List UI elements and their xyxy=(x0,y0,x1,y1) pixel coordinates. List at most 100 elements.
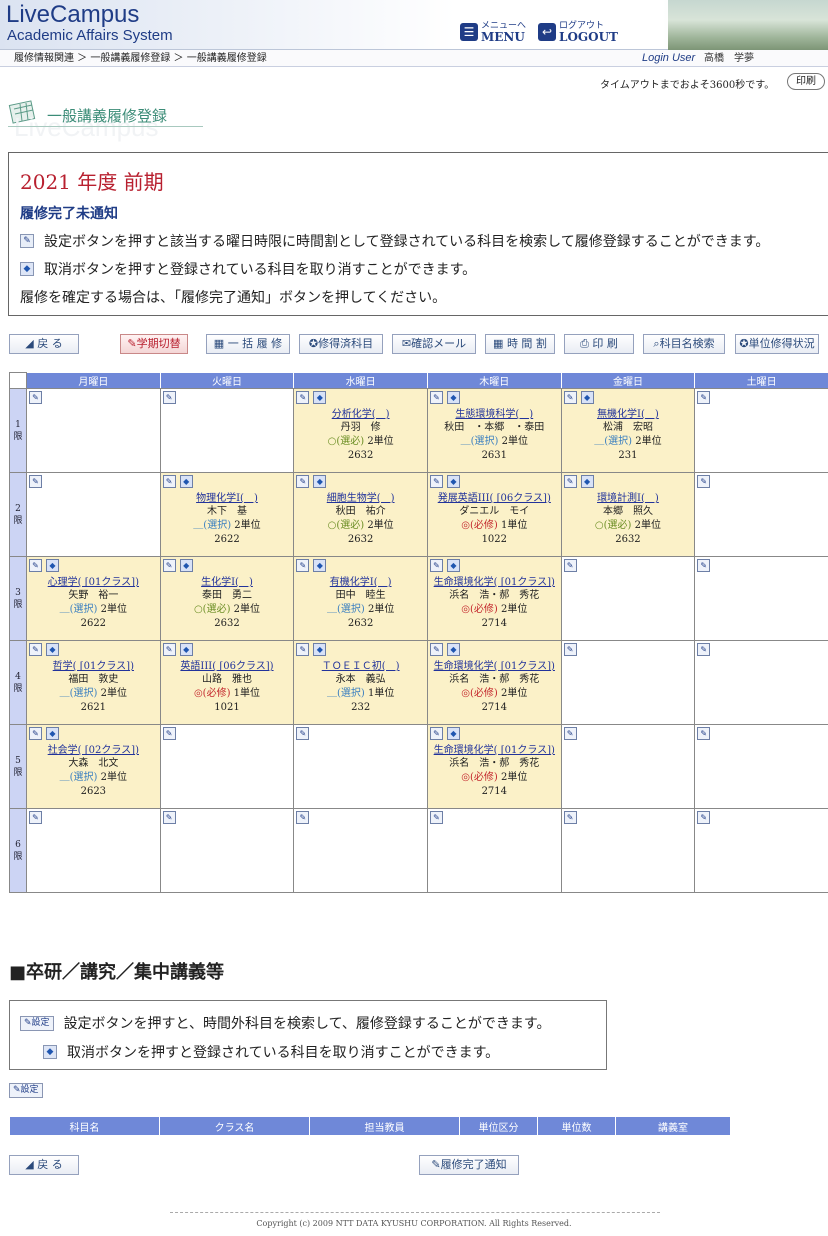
set-pencil-icon[interactable]: ✎ xyxy=(563,391,577,404)
course-teacher: 浜名 浩・郝 秀花 xyxy=(449,590,540,601)
empty-cell: ✎ xyxy=(560,640,696,725)
cancel-eraser-icon[interactable]: ◆ xyxy=(580,475,594,488)
course-name-link[interactable]: 心理学( [01クラス]) xyxy=(27,576,160,589)
cancel-eraser-icon[interactable]: ◆ xyxy=(446,475,460,488)
cancel-eraser-icon[interactable]: ◆ xyxy=(313,391,327,404)
term-switch-button[interactable]: ✎学期切替 xyxy=(120,334,188,354)
set-pencil-icon[interactable]: ✎ xyxy=(29,391,42,404)
cancel-eraser-icon[interactable]: ◆ xyxy=(446,643,460,656)
cancel-eraser-icon[interactable]: ◆ xyxy=(313,559,327,572)
cancel-eraser-icon[interactable]: ◆ xyxy=(580,391,594,404)
set-pencil-icon[interactable]: ✎ xyxy=(162,559,176,572)
course-name-link[interactable]: 英語III( [06クラス]) xyxy=(161,660,294,673)
course-cell: ✎ ◆ 生命環境化学( [01クラス]) 浜名 浩・郝 秀花 ◎(必修) 2単位 2714 xyxy=(426,640,562,725)
print-button-top[interactable]: 印刷 xyxy=(787,73,825,90)
set-pencil-icon[interactable]: ✎ xyxy=(697,475,711,488)
set-pencil-icon[interactable]: ✎ xyxy=(296,475,310,488)
course-name-link[interactable]: 有機化学I( ) xyxy=(294,576,427,589)
cancel-eraser-icon[interactable]: ◆ xyxy=(46,559,59,572)
back-button[interactable]: ◢ 戻 る xyxy=(9,334,79,354)
cell-actions: ✎ xyxy=(27,473,160,489)
set-pencil-icon[interactable]: ✎ xyxy=(697,727,711,740)
requirement-type: ○(選必) xyxy=(327,436,365,447)
cancel-eraser-icon[interactable]: ◆ xyxy=(179,559,193,572)
set-pencil-icon[interactable]: ✎ xyxy=(697,391,711,404)
cancel-eraser-icon[interactable]: ◆ xyxy=(179,475,193,488)
timetable-corner xyxy=(9,372,27,389)
logout-button[interactable]: ↩ ログアウト LOGOUT xyxy=(538,20,618,44)
cancel-eraser-icon[interactable]: ◆ xyxy=(446,559,460,572)
cancel-eraser-icon[interactable]: ◆ xyxy=(313,643,327,656)
set-button[interactable]: ✎設定 xyxy=(9,1083,43,1098)
set-pencil-icon[interactable]: ✎ xyxy=(429,643,443,656)
set-pencil-icon[interactable]: ✎ xyxy=(162,391,176,404)
course-name-link[interactable]: 細胞生物学( ) xyxy=(294,492,427,505)
set-pencil-icon[interactable]: ✎ xyxy=(29,559,42,572)
set-pencil-icon[interactable]: ✎ xyxy=(162,643,176,656)
completed-courses-button[interactable]: ✪修得済科目 xyxy=(299,334,383,354)
set-pencil-icon[interactable]: ✎ xyxy=(429,811,443,824)
logout-small-label: ログアウト xyxy=(559,20,605,31)
course-name-link[interactable]: 哲学( [01クラス]) xyxy=(27,660,160,673)
set-pencil-icon[interactable]: ✎ xyxy=(563,727,577,740)
set-pencil-icon[interactable]: ✎ xyxy=(296,559,310,572)
course-name-link[interactable]: 無機化学I( ) xyxy=(562,408,695,421)
set-pencil-icon[interactable]: ✎ xyxy=(296,643,310,656)
requirement-type: ◎(必修) xyxy=(461,688,498,699)
print-button[interactable]: ⎙ 印 刷 xyxy=(564,334,634,354)
set-pencil-icon[interactable]: ✎ xyxy=(563,643,577,656)
course-name-link[interactable]: 環境計測I( ) xyxy=(562,492,695,505)
menu-button[interactable]: ☰ メニューへ MENU xyxy=(460,20,530,44)
course-name-link[interactable]: ＴＯＥＩＣ初( ) xyxy=(294,660,427,673)
course-name-link[interactable]: 生命環境化学( [01クラス]) xyxy=(428,660,561,673)
cancel-eraser-icon[interactable]: ◆ xyxy=(446,727,460,740)
course-name-link[interactable]: 発展英語III( [06クラス]) xyxy=(428,492,561,505)
cancel-eraser-icon[interactable]: ◆ xyxy=(46,643,59,656)
requirement-type: ＿(選択) xyxy=(59,604,98,615)
bulk-register-button[interactable]: ▦ 一 括 履 修 xyxy=(206,334,290,354)
set-pencil-icon[interactable]: ✎ xyxy=(29,727,42,740)
timetable-row: 1 限 ✎ ✎ ✎ ◆ 分析化学( ) 丹羽 修 ○(選必) 2単位 2632 ✎ ◆ 生態環境科学( … xyxy=(9,388,828,473)
cancel-eraser-icon[interactable]: ◆ xyxy=(179,643,193,656)
confirm-mail-button[interactable]: ✉確認メール xyxy=(392,334,476,354)
course-name-link[interactable]: 物理化学I( ) xyxy=(161,492,294,505)
course-name-link[interactable]: 社会学( [02クラス]) xyxy=(27,744,160,757)
set-pencil-icon[interactable]: ✎ xyxy=(162,811,176,824)
grid-icon: ▦ xyxy=(213,337,228,350)
set-pencil-icon[interactable]: ✎ xyxy=(563,811,577,824)
set-pencil-icon[interactable]: ✎ xyxy=(563,559,577,572)
course-name-link[interactable]: 生命環境化学( [01クラス]) xyxy=(428,744,561,757)
set-pencil-icon[interactable]: ✎ xyxy=(29,643,42,656)
set-pencil-icon[interactable]: ✎ xyxy=(429,391,443,404)
set-pencil-icon[interactable]: ✎ xyxy=(429,475,443,488)
course-name-link[interactable]: 分析化学( ) xyxy=(294,408,427,421)
cancel-eraser-icon[interactable]: ◆ xyxy=(46,727,59,740)
set-pencil-icon[interactable]: ✎ xyxy=(697,811,711,824)
course-teacher: 秋田 ・本郷 ・泰田 xyxy=(444,422,545,433)
timetable-button[interactable]: ▦ 時 間 割 xyxy=(485,334,555,354)
set-pencil-icon[interactable]: ✎ xyxy=(29,811,42,824)
course-name-link[interactable]: 生命環境化学( [01クラス]) xyxy=(428,576,561,589)
cell-actions: ✎ xyxy=(161,725,294,741)
set-pencil-icon[interactable]: ✎ xyxy=(296,811,310,824)
back-button-bottom[interactable]: ◢ 戻 る xyxy=(9,1155,79,1175)
course-name-link[interactable]: 生態環境科学( ) xyxy=(428,408,561,421)
set-pencil-icon[interactable]: ✎ xyxy=(563,475,577,488)
set-pencil-icon[interactable]: ✎ xyxy=(29,475,42,488)
set-pencil-icon[interactable]: ✎ xyxy=(697,643,711,656)
set-pencil-icon[interactable]: ✎ xyxy=(429,727,443,740)
set-pencil-icon[interactable]: ✎ xyxy=(162,727,176,740)
complete-notify-button[interactable]: ✎履修完了通知 xyxy=(419,1155,519,1175)
set-pencil-icon[interactable]: ✎ xyxy=(162,475,176,488)
course-search-button[interactable]: ⌕科目名検索 xyxy=(643,334,725,354)
course-requirement: ＿(選択) 2単位 xyxy=(294,603,427,617)
set-pencil-icon[interactable]: ✎ xyxy=(296,391,310,404)
set-pencil-icon[interactable]: ✎ xyxy=(697,559,711,572)
credit-status-button[interactable]: ✪単位修得状況 xyxy=(735,334,819,354)
cancel-eraser-icon[interactable]: ◆ xyxy=(446,391,460,404)
set-pencil-icon[interactable]: ✎ xyxy=(429,559,443,572)
info-line-confirm: 履修を確定する場合は、「履修完了通知」ボタンを押してください。 xyxy=(20,287,446,307)
course-name-link[interactable]: 生化学I( ) xyxy=(161,576,294,589)
set-pencil-icon[interactable]: ✎ xyxy=(296,727,310,740)
cancel-eraser-icon[interactable]: ◆ xyxy=(313,475,327,488)
